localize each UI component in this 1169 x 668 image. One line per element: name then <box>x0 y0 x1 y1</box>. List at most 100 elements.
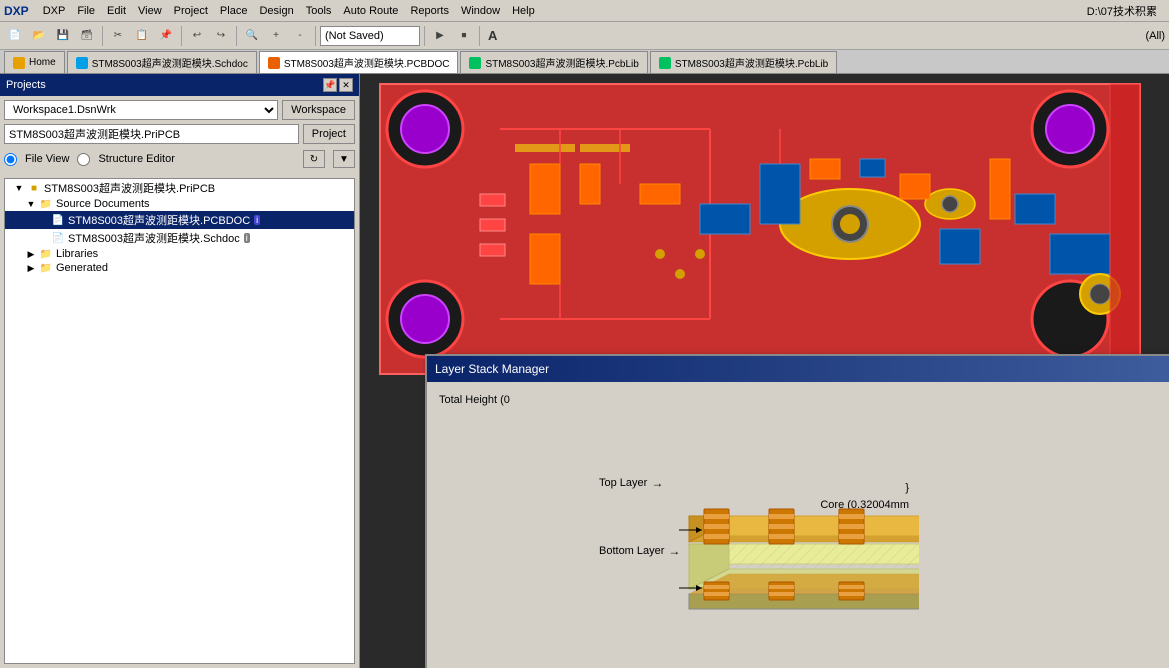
tb-copy[interactable]: 📋 <box>131 25 153 47</box>
pcbdoc-icon: 📄 <box>51 214 65 226</box>
menu-help[interactable]: Help <box>506 3 541 19</box>
workspace-btn[interactable]: Workspace <box>282 100 355 120</box>
tb-paste[interactable]: 📌 <box>155 25 177 47</box>
tree-generated[interactable]: ▶ 📁 Generated <box>5 261 354 275</box>
tree-pcbdoc[interactable]: 📄 STM8S003超声波测距模块.PCBDOC i <box>5 211 354 229</box>
tab-pcblib[interactable]: STM8S003超声波测距模块.PcbLib <box>460 51 647 73</box>
menubar: DXP DXP File Edit View Project Place Des… <box>0 0 1169 22</box>
projects-panel: Projects 📌 ✕ Workspace1.DsnWrk Workspace… <box>0 74 360 668</box>
tb-text-icon: A <box>488 28 497 43</box>
schdoc-icon: 📄 <box>51 232 65 244</box>
dialog-titlebar: Layer Stack Manager ? ✕ <box>427 356 1169 382</box>
schdoc-expand[interactable] <box>37 232 49 244</box>
tb-zoom-in[interactable]: + <box>265 25 287 47</box>
all-label: (All) <box>1145 30 1165 42</box>
file-view-radio[interactable] <box>4 153 17 166</box>
tab-pcb-label: STM8S003超声波测距模块.PCBDOC <box>284 55 450 70</box>
tab-schdoc[interactable]: STM8S003超声波测距模块.Schdoc <box>67 51 257 73</box>
pcbdoc-expand[interactable] <box>37 214 49 226</box>
refresh-btn[interactable]: ↻ <box>303 150 325 168</box>
menu-autoroute[interactable]: Auto Route <box>337 3 404 19</box>
tb-open[interactable]: 📂 <box>28 25 50 47</box>
tree-root[interactable]: ▼ ■ STM8S003超声波测距模块.PriPCB <box>5 179 354 197</box>
workspace-row: Workspace1.DsnWrk Workspace <box>4 100 355 120</box>
pcb-3d-container: Top Layer → Bottom Layer → Core (0.32004… <box>439 414 919 634</box>
tab-sch-label: STM8S003超声波测距模块.Schdoc <box>92 55 248 70</box>
sep6 <box>479 26 480 46</box>
project-btn[interactable]: Project <box>303 124 355 144</box>
tab-bar: Home STM8S003超声波测距模块.Schdoc STM8S003超声波测… <box>0 50 1169 74</box>
tab-lib-icon <box>469 57 481 69</box>
sep3 <box>236 26 237 46</box>
panel-title-buttons: 📌 ✕ <box>323 78 353 92</box>
panel-title: Projects <box>6 79 46 91</box>
sep1 <box>102 26 103 46</box>
workspace-dropdown[interactable]: Workspace1.DsnWrk <box>4 100 278 120</box>
structure-editor-radio[interactable] <box>77 153 90 166</box>
menu-design[interactable]: Design <box>253 3 299 19</box>
viz-area: Total Height (0 Top Layer → Bottom Layer <box>435 390 1167 668</box>
settings-btn[interactable]: ▼ <box>333 150 355 168</box>
tb-cut[interactable]: ✂ <box>107 25 129 47</box>
tab-lib-label: STM8S003超声波测距模块.PcbLib <box>485 55 638 70</box>
main-layout: Projects 📌 ✕ Workspace1.DsnWrk Workspace… <box>0 74 1169 668</box>
pcbdoc-label: STM8S003超声波测距模块.PCBDOC <box>68 212 250 228</box>
menu-tools[interactable]: Tools <box>300 3 338 19</box>
tree-source-docs[interactable]: ▼ 📁 Source Documents <box>5 197 354 211</box>
tab-lib2-label: STM8S003超声波测距模块.PcbLib <box>675 55 828 70</box>
menu-view[interactable]: View <box>132 3 168 19</box>
total-height-label: Total Height (0 <box>439 394 1163 406</box>
menu-file[interactable]: File <box>71 3 101 19</box>
tb-run[interactable]: ▶ <box>429 25 451 47</box>
source-docs-icon: 📁 <box>39 198 53 210</box>
generated-icon: 📁 <box>39 262 53 274</box>
tree-libraries[interactable]: ▶ 📁 Libraries <box>5 247 354 261</box>
menu-edit[interactable]: Edit <box>101 3 132 19</box>
tree-schdoc[interactable]: 📄 STM8S003超声波测距模块.Schdoc i <box>5 229 354 247</box>
not-saved-field[interactable] <box>320 26 420 46</box>
tb-undo[interactable]: ↩ <box>186 25 208 47</box>
root-expand[interactable]: ▼ <box>13 182 25 194</box>
root-icon: ■ <box>27 182 41 194</box>
tb-stop[interactable]: ⏹ <box>453 25 475 47</box>
generated-expand[interactable]: ▶ <box>25 262 37 274</box>
libraries-expand[interactable]: ▶ <box>25 248 37 260</box>
tb-zoom-fit[interactable]: 🔍 <box>241 25 263 47</box>
layer-stack-manager-dialog[interactable]: Layer Stack Manager ? ✕ Total Height (0 <box>425 354 1169 668</box>
project-tree: ▼ ■ STM8S003超声波测距模块.PriPCB ▼ 📁 Source Do… <box>4 178 355 664</box>
app-logo: DXP <box>4 4 29 18</box>
project-input[interactable] <box>4 124 299 144</box>
menu-dxp[interactable]: DXP <box>37 3 72 19</box>
source-docs-expand[interactable]: ▼ <box>25 198 37 210</box>
root-label: STM8S003超声波测距模块.PriPCB <box>44 180 215 196</box>
path-display: D:\07技术积累 <box>1087 3 1157 19</box>
tb-save-all[interactable]: 🗃 <box>76 25 98 47</box>
tab-pcb-icon <box>268 57 280 69</box>
tb-save[interactable]: 💾 <box>52 25 74 47</box>
tb-new[interactable]: 📄 <box>4 25 26 47</box>
file-view-label: File View <box>25 153 69 165</box>
toolbar-main: 📄 📂 💾 🗃 ✂ 📋 📌 ↩ ↪ 🔍 + - ▶ ⏹ A (All) <box>0 22 1169 50</box>
tab-pcbdoc[interactable]: STM8S003超声波测距模块.PCBDOC <box>259 51 459 73</box>
menu-project[interactable]: Project <box>168 3 214 19</box>
dialog-body: Total Height (0 Top Layer → Bottom Layer <box>427 382 1169 668</box>
pcb-3d-svg <box>439 434 919 634</box>
tab-home-label: Home <box>29 57 56 68</box>
tab-pcblib2[interactable]: STM8S003超声波测距模块.PcbLib <box>650 51 837 73</box>
dialog-title: Layer Stack Manager <box>435 362 549 376</box>
schdoc-badge: i <box>244 233 250 243</box>
panel-pin-btn[interactable]: 📌 <box>323 78 337 92</box>
menu-place[interactable]: Place <box>214 3 254 19</box>
menu-window[interactable]: Window <box>455 3 506 19</box>
tb-zoom-out[interactable]: - <box>289 25 311 47</box>
structure-editor-label: Structure Editor <box>98 153 174 165</box>
libraries-icon: 📁 <box>39 248 53 260</box>
panel-close-btn[interactable]: ✕ <box>339 78 353 92</box>
libraries-label: Libraries <box>56 248 98 260</box>
panel-title-bar: Projects 📌 ✕ <box>0 74 359 96</box>
tab-home[interactable]: Home <box>4 51 65 73</box>
tb-redo[interactable]: ↪ <box>210 25 232 47</box>
sep2 <box>181 26 182 46</box>
project-row: Project <box>4 124 355 144</box>
menu-reports[interactable]: Reports <box>404 3 455 19</box>
